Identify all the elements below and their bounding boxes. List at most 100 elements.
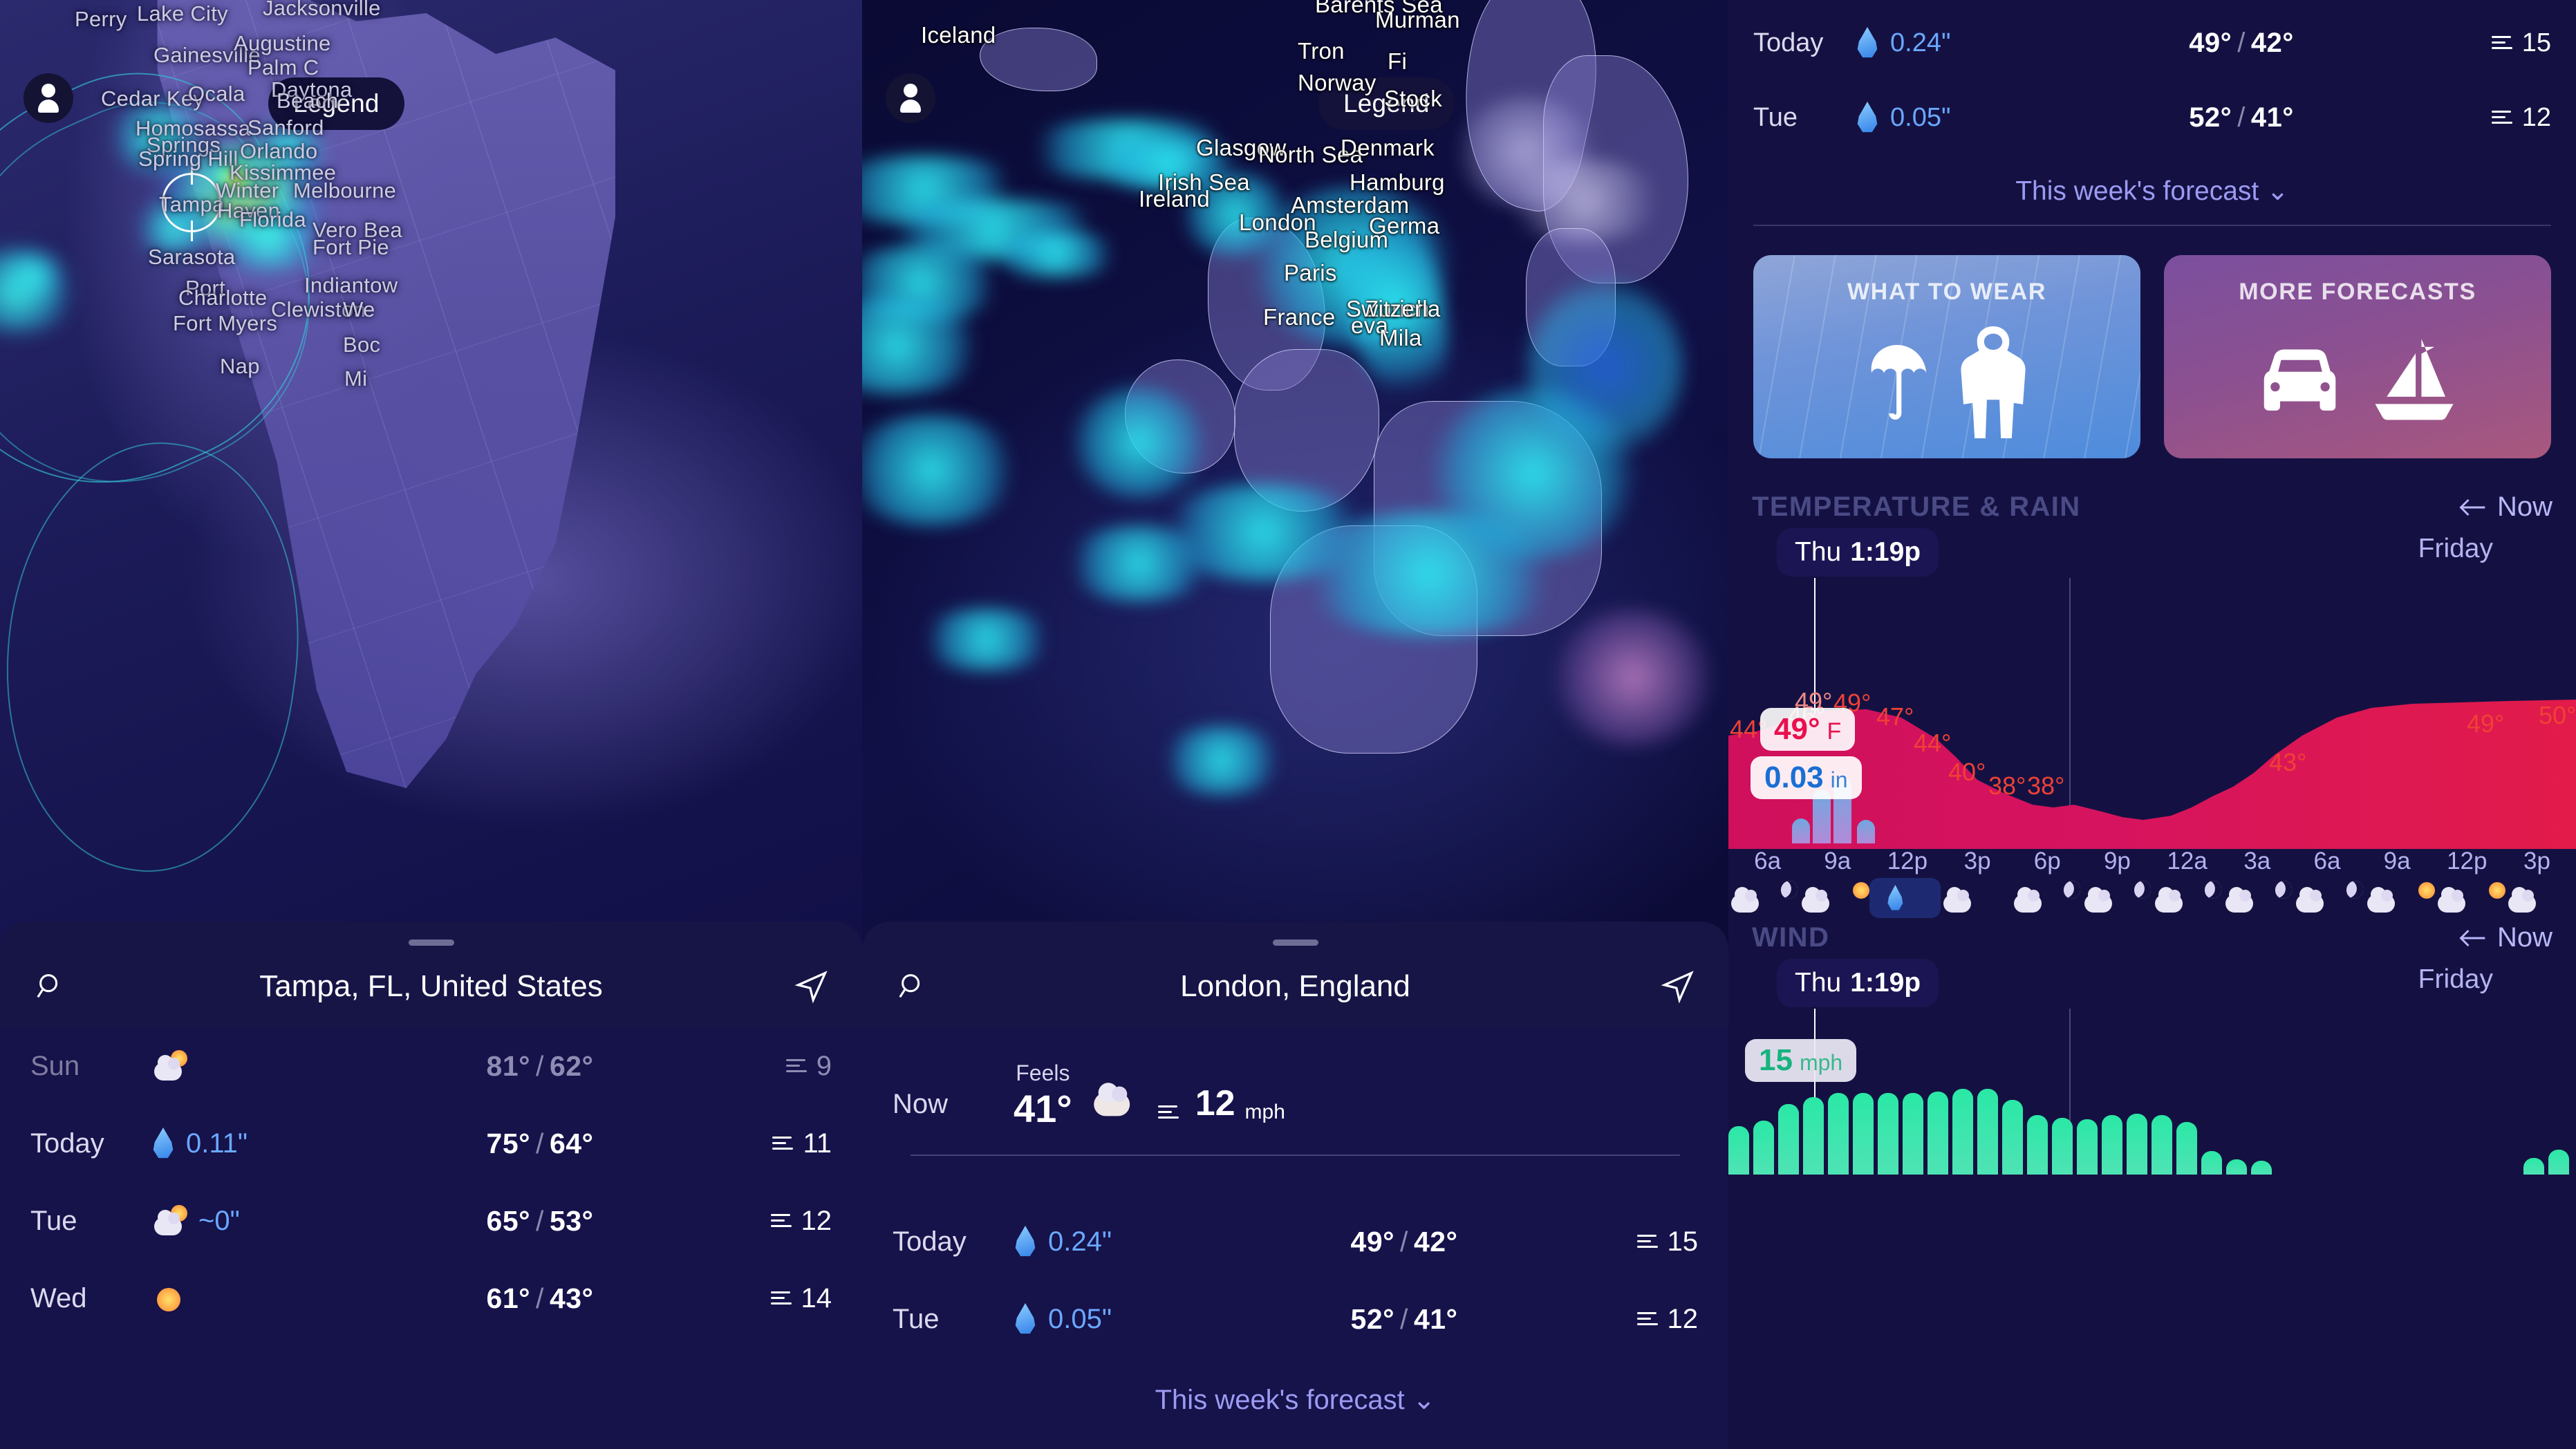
wind-bar: [2523, 1158, 2544, 1175]
row-precip: 0.24": [1890, 28, 1951, 57]
row-wind: 15: [1587, 1226, 1698, 1258]
table-row[interactable]: Tue ~0" 65°/53° 12: [0, 1182, 862, 1260]
hourly-condition-icons: [1728, 878, 2576, 918]
more-forecasts-card[interactable]: MORE FORECASTS: [2164, 255, 2551, 458]
search-button[interactable]: [887, 961, 938, 1012]
wind-bar: [1728, 1126, 1749, 1175]
locate-button[interactable]: [1652, 961, 1704, 1012]
wind-bar: [2127, 1114, 2147, 1175]
radar-cell-heavy: [1526, 277, 1685, 456]
wind-bar: [2176, 1122, 2197, 1175]
map-city-label: Fort Myers: [173, 311, 278, 335]
row-day: Today: [30, 1128, 104, 1159]
location-title: London, England: [1180, 969, 1410, 1003]
map-city-label: Charlotte: [178, 286, 268, 310]
wind-bar: [2226, 1159, 2247, 1175]
coast-contour: [0, 424, 326, 890]
map-city-label: Belgium: [1305, 227, 1389, 252]
snow-cell: [1505, 159, 1664, 242]
table-row[interactable]: Today 0.11" 75°/64° 11: [0, 1105, 862, 1182]
row-day: Sun: [30, 1050, 80, 1081]
list-item: [1728, 878, 1800, 918]
wind-bar: [1778, 1104, 1799, 1175]
table-row[interactable]: Wed 61°/43° 14: [0, 1260, 862, 1337]
time-marker-chip: Thu 1:19p: [1777, 959, 1939, 1007]
locate-button[interactable]: [786, 961, 837, 1012]
now-button[interactable]: Now: [2457, 492, 2552, 523]
row-day: Tue: [30, 1205, 77, 1236]
wind-icon: [772, 1134, 794, 1152]
row-condition: 0.05": [1014, 1303, 1221, 1335]
arrow-left-icon: [2459, 929, 2485, 946]
profile-button[interactable]: [886, 73, 935, 123]
wind-bar: [2548, 1150, 2569, 1175]
week-forecast-link[interactable]: This week's forecast ⌄: [862, 1378, 1728, 1416]
row-wind: 15: [2454, 28, 2551, 58]
wind-chart[interactable]: Thu 1:19p Friday 15 mph: [1728, 953, 2576, 1175]
wind-tooltip: 15 mph: [1745, 1039, 1857, 1082]
temp-label: 40°: [1948, 758, 1986, 786]
week-forecast-link[interactable]: This week's forecast ⌄: [1728, 155, 2576, 225]
feels-value: 41°: [1014, 1087, 1072, 1130]
list-item: [2364, 878, 2435, 918]
wind-section-header: WIND Now: [1728, 922, 2576, 953]
list-item: [2223, 878, 2295, 918]
row-day: Tue: [893, 1303, 940, 1334]
table-row[interactable]: Tue 0.05" 52°/41° 12: [862, 1280, 1728, 1358]
map-city-label: Melbourne: [293, 178, 397, 203]
row-condition: 0.05": [1856, 102, 2028, 133]
moon-cloud-icon: [2293, 878, 2365, 914]
wind-icon: [2491, 34, 2514, 52]
profile-button[interactable]: [24, 73, 73, 123]
table-row[interactable]: Today 0.24" 49°/42° 15: [862, 1203, 1728, 1280]
temperature-rain-chart[interactable]: Thu 1:19p Friday 44° 49° 49° 47° 44° 40°…: [1728, 523, 2576, 918]
list-item: [2505, 878, 2576, 918]
wind-bar: [2152, 1115, 2172, 1175]
wind-icon: [785, 1057, 808, 1075]
rain-drop-icon: [1856, 27, 1879, 59]
search-icon: [899, 974, 920, 998]
arrow-left-icon: [2459, 498, 2485, 516]
wind-bar: [2077, 1119, 2098, 1175]
now-button[interactable]: Now: [2457, 922, 2552, 953]
rain-streaks-decoration: [1753, 255, 2140, 458]
axis-tick: 12a: [2167, 848, 2208, 875]
map-city-label: Florida: [239, 207, 306, 232]
table-row[interactable]: Tue 0.05" 52°/41° 12: [1728, 80, 2576, 155]
sun-icon: [151, 1282, 187, 1314]
wind-bar: [1803, 1097, 1824, 1175]
map-city-label: Murman: [1375, 7, 1460, 32]
axis-tick: 12p: [1887, 848, 1928, 875]
axis-tick: 9a: [1824, 848, 1851, 875]
sheet-header: Tampa, FL, United States: [0, 946, 862, 1027]
temp-label: 47°: [1876, 702, 1914, 731]
row-temps: 52°/41°: [2189, 102, 2294, 133]
wind-icon: [1636, 1310, 1659, 1328]
avatar-head-icon: [904, 84, 917, 97]
table-row[interactable]: Sun 81°/62° 9: [0, 1027, 862, 1105]
row-wind: 11: [721, 1128, 832, 1159]
row-temps: 49°/42°: [1350, 1225, 1458, 1258]
search-button[interactable]: [25, 961, 76, 1012]
precip-bar: [1857, 820, 1875, 843]
card-title: MORE FORECASTS: [2239, 279, 2476, 305]
temp-label: 38°: [1988, 772, 2026, 800]
row-condition: 0.24": [1014, 1226, 1221, 1258]
row-day: Tue: [1753, 102, 1798, 132]
what-to-wear-card[interactable]: WHAT TO WEAR: [1753, 255, 2140, 458]
wind-bar: [1977, 1089, 1998, 1175]
mixed-cell: [1553, 608, 1712, 747]
table-row[interactable]: Today 0.24" 49°/42° 15: [1728, 6, 2576, 80]
row-temps: 65°/53°: [486, 1204, 594, 1237]
wind-bar: [1903, 1093, 1923, 1175]
radar-cell: [1159, 726, 1284, 795]
sheet-drag-handle[interactable]: [1272, 939, 1318, 946]
avatar-body-icon: [38, 100, 59, 113]
sheet-drag-handle[interactable]: [408, 939, 454, 946]
axis-tick: 9p: [2103, 848, 2131, 875]
list-item: [2435, 878, 2505, 918]
precip-bar: [1792, 819, 1810, 843]
wind-icon: [770, 1212, 793, 1230]
map-city-label: Boc: [343, 333, 381, 357]
sailboat-icon: [2375, 338, 2454, 420]
